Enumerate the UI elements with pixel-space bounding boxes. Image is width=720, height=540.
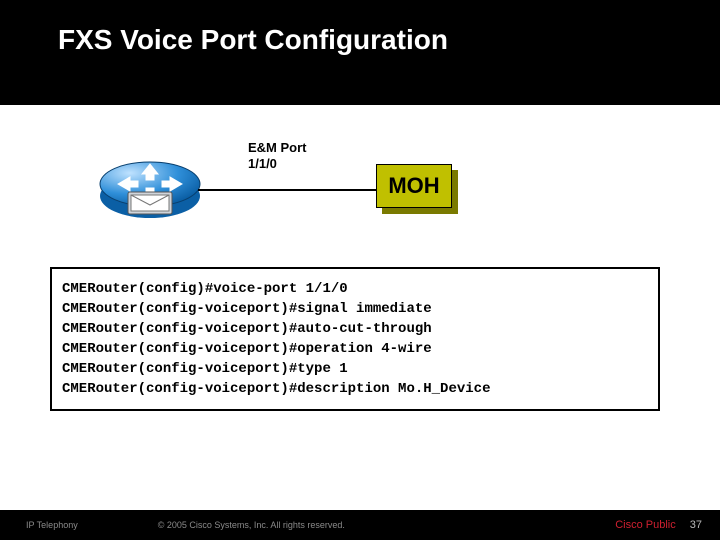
config-line: CMERouter(config-voiceport)#signal immed… bbox=[62, 301, 648, 317]
footer-left: IP Telephony bbox=[26, 520, 78, 530]
config-line: CMERouter(config-voiceport)#auto-cut-thr… bbox=[62, 321, 648, 337]
config-line: CMERouter(config-voiceport)#type 1 bbox=[62, 361, 648, 377]
moh-box: MOH bbox=[376, 164, 452, 208]
wire-line bbox=[198, 189, 378, 191]
config-line: CMERouter(config-voiceport)#description … bbox=[62, 381, 648, 397]
config-box: CMERouter(config)#voice-port 1/1/0 CMERo… bbox=[50, 267, 660, 411]
footer-right: Cisco Public bbox=[615, 519, 676, 531]
page-title: FXS Voice Port Configuration bbox=[58, 24, 448, 56]
config-line: CMERouter(config-voiceport)#operation 4-… bbox=[62, 341, 648, 357]
slide: FXS Voice Port Configuration bbox=[0, 0, 720, 540]
footer-slide-number: 37 bbox=[690, 519, 702, 531]
diagram-area: E&M Port 1/1/0 MOH bbox=[98, 134, 458, 224]
port-label: E&M Port 1/1/0 bbox=[248, 140, 307, 173]
config-line: CMERouter(config)#voice-port 1/1/0 bbox=[62, 281, 648, 297]
moh-label: MOH bbox=[376, 164, 452, 208]
router-icon bbox=[98, 150, 202, 224]
footer: IP Telephony © 2005 Cisco Systems, Inc. … bbox=[0, 510, 720, 540]
footer-copyright: © 2005 Cisco Systems, Inc. All rights re… bbox=[158, 520, 345, 530]
port-label-line2: 1/1/0 bbox=[248, 156, 277, 171]
corner-tab bbox=[610, 0, 720, 44]
port-label-line1: E&M Port bbox=[248, 140, 307, 155]
